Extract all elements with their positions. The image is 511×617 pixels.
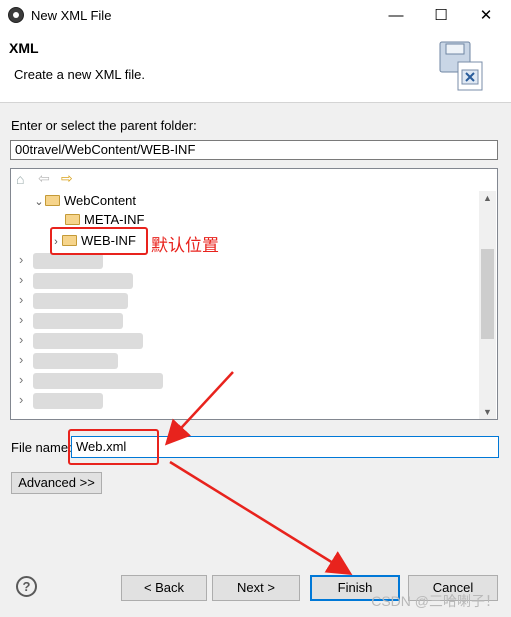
help-icon[interactable]: ? [16, 576, 37, 597]
annotation-arrows [164, 371, 353, 575]
annotation-arrow [164, 371, 234, 446]
back-button[interactable]: < Back [121, 575, 207, 601]
next-button[interactable]: Next > [212, 575, 300, 601]
watermark: CSDN @三哈喇子！ [371, 593, 499, 609]
annotation-arrow [169, 460, 353, 575]
